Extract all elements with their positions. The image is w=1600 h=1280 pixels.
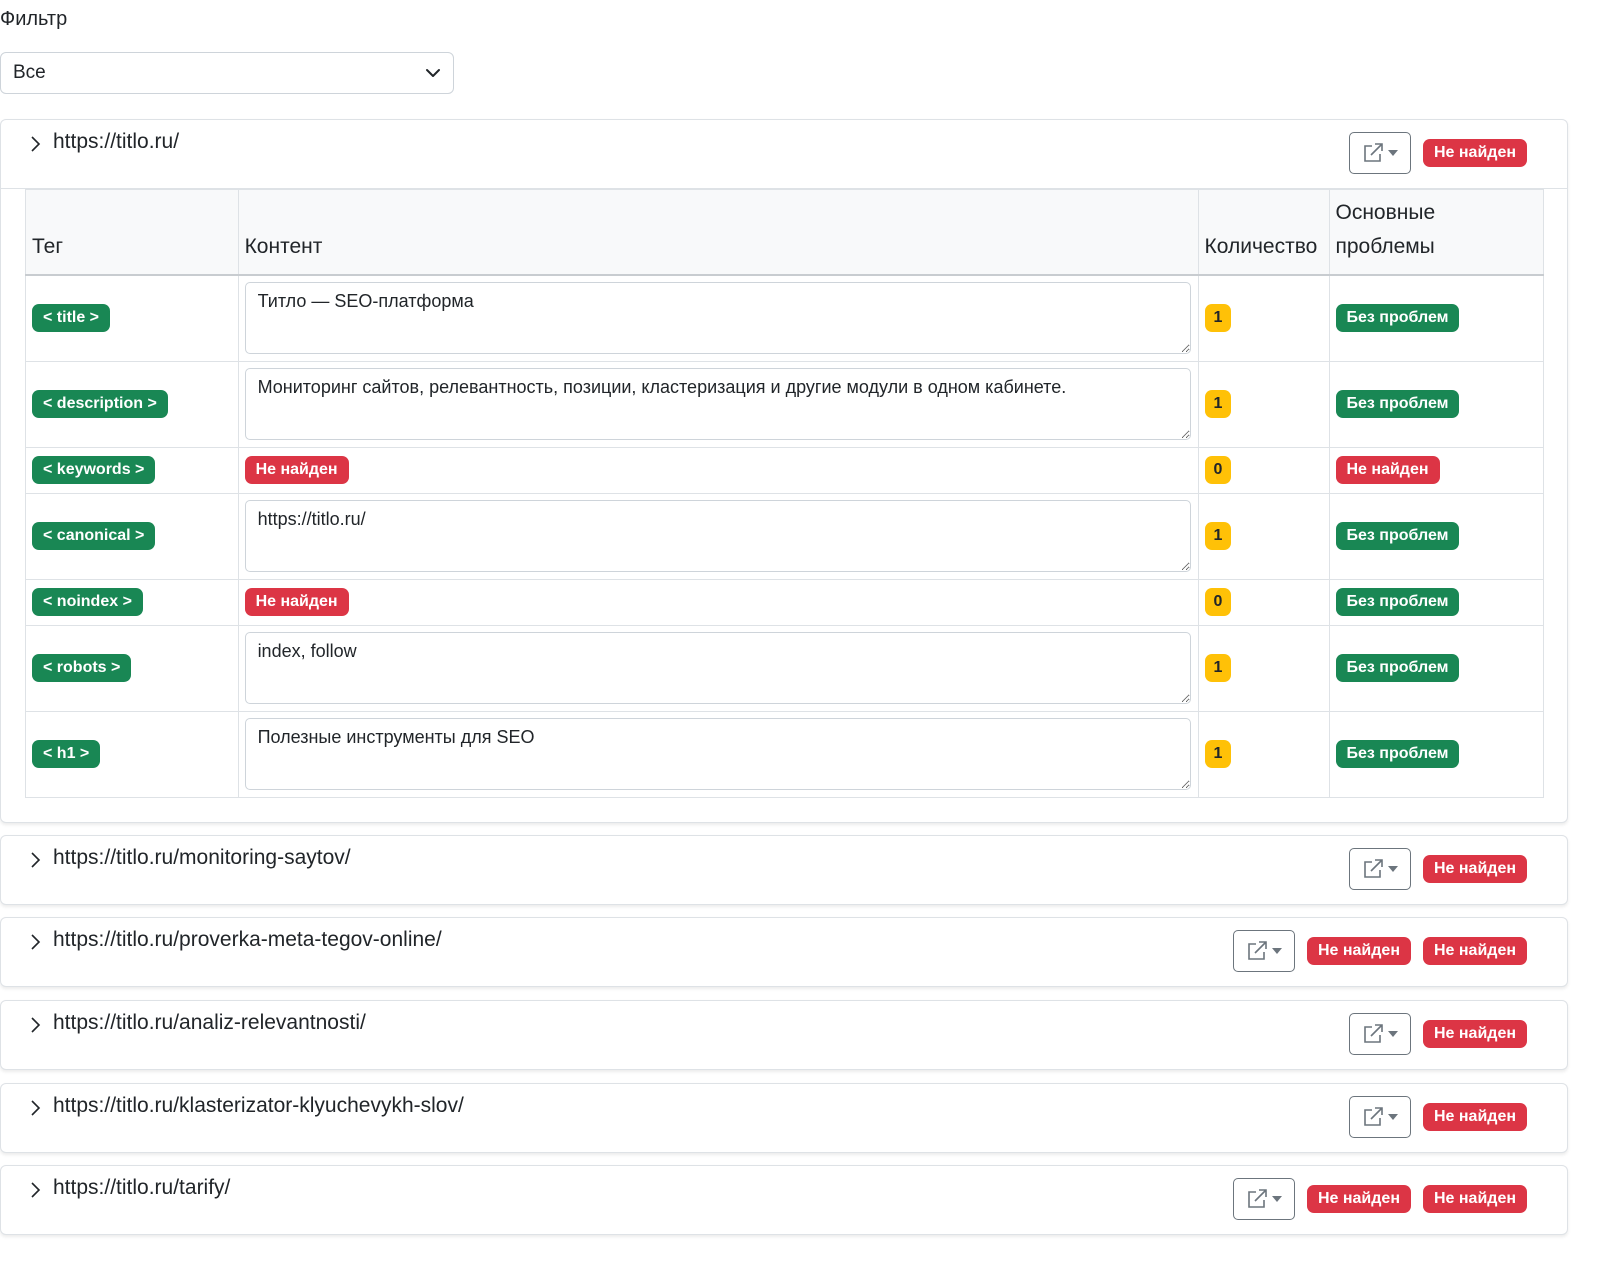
table-row: < robots > index, follow 1 Без проблем	[25, 624, 1544, 712]
open-external-button[interactable]	[1348, 848, 1411, 890]
status-badge: Не найден	[1306, 937, 1411, 965]
table-row: < canonical > https://titlo.ru/ 1 Без пр…	[25, 492, 1544, 580]
status-badge: Не найден	[1422, 1020, 1527, 1048]
page-panel-header[interactable]: https://titlo.ru/monitoring-saytov/ Не н…	[1, 836, 1567, 904]
content-textarea[interactable]: Полезные инструменты для SEO	[244, 718, 1191, 790]
count-badge: 1	[1204, 304, 1232, 333]
open-external-button[interactable]	[1232, 1178, 1295, 1220]
external-link-icon	[1248, 1189, 1267, 1208]
page-panel: https://titlo.ru/monitoring-saytov/ Не н…	[0, 835, 1568, 905]
page-url[interactable]: https://titlo.ru/analiz-relevantnosti/	[53, 1011, 366, 1035]
count-badge: 1	[1204, 740, 1232, 768]
caret-down-icon	[1387, 1114, 1398, 1120]
issue-badge: Без проблем	[1335, 654, 1460, 682]
chevron-right-icon[interactable]	[27, 934, 43, 950]
page-url[interactable]: https://titlo.ru/	[53, 130, 179, 154]
content-textarea[interactable]: https://titlo.ru/	[244, 500, 1191, 572]
page-panel: https://titlo.ru/tarify/ Не найден Не на…	[0, 1165, 1568, 1235]
page-panel: https://titlo.ru/ Не найден Тег Контент …	[0, 119, 1568, 823]
content-textarea[interactable]: index, follow	[244, 632, 1191, 704]
issue-badge: Без проблем	[1335, 522, 1460, 550]
count-badge: 1	[1204, 390, 1232, 418]
issue-badge: Без проблем	[1335, 588, 1460, 616]
filter-select[interactable]: Все	[0, 52, 454, 94]
count-badge: 1	[1204, 654, 1232, 682]
table-row: < title > Титло — SEO-платформа 1 Без пр…	[25, 274, 1544, 362]
page-panel: https://titlo.ru/analiz-relevantnosti/ Н…	[0, 1000, 1568, 1070]
count-badge: 0	[1204, 588, 1232, 616]
chevron-right-icon[interactable]	[27, 1100, 43, 1116]
status-badge: Не найден	[1422, 937, 1527, 965]
tag-badge-h1: < h1 >	[32, 740, 101, 768]
count-badge: 1	[1204, 522, 1232, 550]
issue-badge: Без проблем	[1335, 740, 1460, 768]
count-badge: 0	[1204, 456, 1232, 484]
header-content: Контент	[237, 189, 1199, 276]
status-badge: Не найден	[1422, 139, 1527, 167]
content-textarea[interactable]: Титло — SEO-платформа	[244, 282, 1191, 355]
status-badge: Не найден	[1422, 855, 1527, 883]
tag-badge-noindex: < noindex >	[32, 588, 143, 616]
page-panel-header[interactable]: https://titlo.ru/proverka-meta-tegov-onl…	[1, 918, 1567, 986]
meta-tags-table: Тег Контент Количество Основные проблемы…	[25, 189, 1544, 798]
tag-badge-robots: < robots >	[32, 654, 132, 682]
open-external-button[interactable]	[1232, 930, 1295, 972]
page-panel-header[interactable]: https://titlo.ru/klasterizator-klyuchevy…	[1, 1084, 1567, 1152]
page-url[interactable]: https://titlo.ru/klasterizator-klyuchevy…	[53, 1094, 464, 1118]
page-panel-header[interactable]: https://titlo.ru/analiz-relevantnosti/ Н…	[1, 1001, 1567, 1069]
tag-badge-keywords: < keywords >	[32, 456, 156, 484]
page-panel-header[interactable]: https://titlo.ru/ Не найден	[1, 120, 1567, 188]
content-textarea[interactable]: Мониторинг сайтов, релевантность, позици…	[244, 368, 1191, 440]
page-url[interactable]: https://titlo.ru/tarify/	[53, 1176, 230, 1200]
table-row: < noindex > Не найден 0 Без проблем	[25, 578, 1544, 626]
issue-badge: Без проблем	[1335, 390, 1460, 418]
tag-badge-title: < title >	[32, 304, 111, 333]
page-panel-header[interactable]: https://titlo.ru/tarify/ Не найден Не на…	[1, 1166, 1567, 1234]
caret-down-icon	[1271, 1196, 1282, 1202]
table-row: < h1 > Полезные инструменты для SEO 1 Бе…	[25, 710, 1544, 798]
table-row: < keywords > Не найден 0 Не найден	[25, 446, 1544, 494]
open-external-button[interactable]	[1348, 132, 1411, 174]
chevron-right-icon[interactable]	[27, 1182, 43, 1198]
content-not-found-badge: Не найден	[244, 588, 349, 616]
status-badge: Не найден	[1422, 1103, 1527, 1131]
caret-down-icon	[1387, 150, 1398, 156]
external-link-icon	[1364, 1107, 1383, 1126]
status-badge: Не найден	[1422, 1185, 1527, 1213]
external-link-icon	[1248, 941, 1267, 960]
filter-selected-value: Все	[13, 62, 46, 83]
page-panel: https://titlo.ru/proverka-meta-tegov-onl…	[0, 917, 1568, 987]
external-link-icon	[1364, 1024, 1383, 1043]
chevron-right-icon[interactable]	[27, 136, 43, 152]
tag-badge-description: < description >	[32, 390, 168, 418]
chevron-down-icon	[426, 69, 440, 77]
external-link-icon	[1364, 143, 1383, 162]
caret-down-icon	[1387, 866, 1398, 872]
header-issues: Основные проблемы	[1328, 189, 1544, 276]
table-row: < description > Мониторинг сайтов, релев…	[25, 360, 1544, 448]
chevron-right-icon[interactable]	[27, 852, 43, 868]
external-link-icon	[1364, 859, 1383, 878]
open-external-button[interactable]	[1348, 1013, 1411, 1055]
page-panel-body: Тег Контент Количество Основные проблемы…	[1, 188, 1567, 822]
caret-down-icon	[1271, 948, 1282, 954]
page-url[interactable]: https://titlo.ru/monitoring-saytov/	[53, 846, 351, 870]
status-badge: Не найден	[1306, 1185, 1411, 1213]
issue-badge: Не найден	[1335, 456, 1440, 484]
filter-label: Фильтр	[0, 8, 68, 30]
open-external-button[interactable]	[1348, 1096, 1411, 1138]
page-url[interactable]: https://titlo.ru/proverka-meta-tegov-onl…	[53, 928, 442, 952]
tag-badge-canonical: < canonical >	[32, 522, 156, 550]
header-count: Количество	[1197, 189, 1330, 276]
content-not-found-badge: Не найден	[244, 456, 349, 484]
caret-down-icon	[1387, 1031, 1398, 1037]
header-tag: Тег	[25, 189, 239, 276]
page-panel: https://titlo.ru/klasterizator-klyuchevy…	[0, 1083, 1568, 1153]
chevron-right-icon[interactable]	[27, 1017, 43, 1033]
issue-badge: Без проблем	[1335, 304, 1460, 333]
